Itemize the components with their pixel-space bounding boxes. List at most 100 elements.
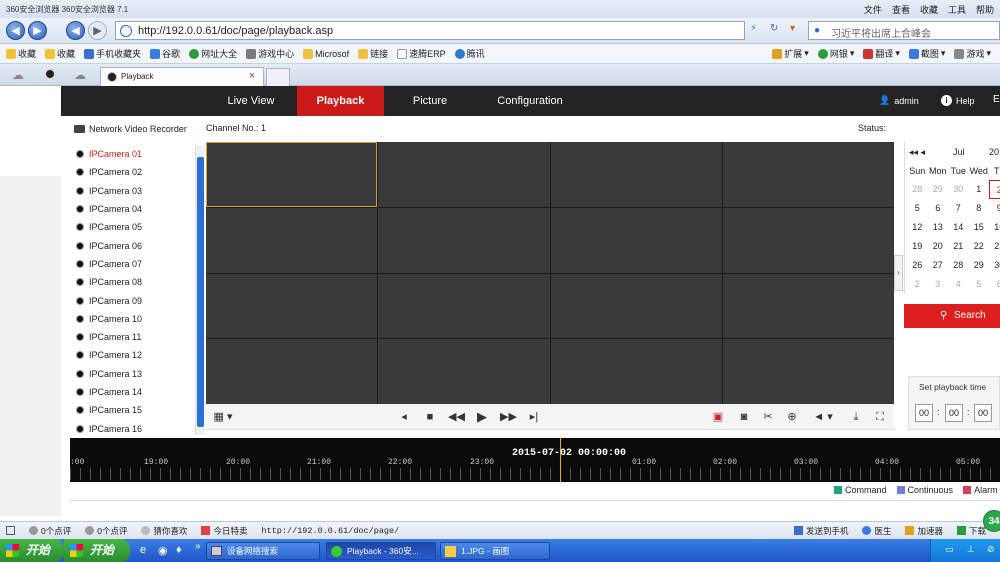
video-window[interactable] [550,207,722,273]
status-item[interactable]: 0个点评 [85,525,127,537]
ie-icon[interactable]: e [140,544,146,556]
calendar-day[interactable]: 2 [907,275,928,294]
video-window[interactable] [206,142,378,207]
camera-item-09[interactable]: IPCamera 09 [70,291,194,309]
camera-item-06[interactable]: IPCamera 06 [70,236,194,254]
calendar-day[interactable]: 13 [928,218,949,237]
calendar-day[interactable]: 29 [969,256,990,275]
usb-icon[interactable]: ⊥ [967,544,975,555]
back-button-icon[interactable]: ◀ [66,21,85,40]
task-device-search[interactable]: 设备网络搜索 [206,542,320,560]
video-window[interactable] [378,142,550,207]
tab-playback[interactable]: Playback [297,86,384,116]
logout-icon[interactable]: E [993,94,1000,105]
menu-file[interactable]: 文件 [864,3,882,16]
calendar-day[interactable]: 29 [928,180,949,199]
translate-button[interactable]: 翻译 ▾ [863,47,900,60]
fav-item[interactable]: 收藏 [6,47,36,60]
volume-icon[interactable]: ◄ ▾ [810,409,836,425]
calendar-day[interactable]: 9 [989,199,1000,218]
download-icon[interactable]: ⤓ [848,409,864,425]
scrollbar-thumb[interactable] [197,157,204,427]
video-window[interactable] [206,339,378,404]
keyboard-icon[interactable]: ▭ [945,544,954,555]
calendar-day[interactable]: 28 [907,180,928,199]
dropdown-icon[interactable]: ▾ [790,23,795,34]
calendar-day[interactable]: 15 [969,218,990,237]
notification-badge[interactable]: 34 [983,510,1000,532]
video-window[interactable] [378,207,550,273]
calendar-day[interactable]: 23 [989,237,1000,256]
forward-button-icon[interactable]: ▶ [88,21,107,40]
browser-icon[interactable]: ◉ [158,544,168,557]
close-icon[interactable]: × [249,70,255,82]
clip-icon[interactable]: ✂ [760,409,776,425]
doctor[interactable]: 医生 [862,525,891,537]
tab-live-view[interactable]: Live View [211,86,291,116]
prev-year-icon[interactable]: ◂◂ ◂ [909,147,925,158]
calendar-day[interactable]: 26 [907,256,928,275]
start-button[interactable]: 开始 [0,539,64,562]
extensions-button[interactable]: 扩展 ▾ [772,47,809,60]
downloads[interactable]: 下载 [956,525,986,537]
panel-collapse-button[interactable]: › [894,255,903,291]
calendar-day[interactable]: 6 [989,275,1000,294]
video-window[interactable] [550,273,722,339]
calendar-day[interactable]: 20 [928,237,949,256]
fav-item[interactable]: 速腾ERP [397,47,446,60]
calendar-day[interactable]: 4 [948,275,969,294]
camera-item-02[interactable]: IPCamera 02 [70,163,194,181]
fav-item[interactable]: 谷歌 [150,47,180,60]
tab-configuration[interactable]: Configuration [475,86,585,116]
window-layout-icon[interactable]: ▦ ▾ [210,409,236,425]
calendar-day[interactable]: 5 [907,199,928,218]
camera-item-16[interactable]: IPCamera 16 [70,419,194,437]
status-item[interactable]: 猜你喜欢 [141,525,187,537]
second-input[interactable]: 00 [974,404,992,422]
back-arrow-icon[interactable]: ◀ [6,21,25,40]
compat-icon[interactable]: ⚡ [750,23,757,34]
games-button[interactable]: 游戏 ▾ [954,47,991,60]
help-link[interactable]: i Help [941,95,975,106]
camera-item-14[interactable]: IPCamera 14 [70,383,194,401]
url-input[interactable]: http://192.0.0.61/doc/page/playback.asp [115,21,745,40]
calendar-day[interactable]: 30 [948,180,969,199]
camera-item-08[interactable]: IPCamera 08 [70,273,194,291]
new-tab-button[interactable] [266,68,290,86]
menu-tools[interactable]: 工具 [948,3,966,16]
calendar-day[interactable]: 1 [969,180,990,199]
video-window[interactable] [206,273,378,339]
menu-view[interactable]: 查看 [892,3,910,16]
camera-item-03[interactable]: IPCamera 03 [70,182,194,200]
calendar-day[interactable]: 22 [969,237,990,256]
calendar-day[interactable]: 3 [928,275,949,294]
camera-item-11[interactable]: IPCamera 11 [70,328,194,346]
device-tree-root[interactable]: Network Video Recorder [74,124,187,134]
play-icon[interactable]: ▶ [474,409,490,425]
zoom-icon[interactable]: ⊕ [784,409,800,425]
fav-item[interactable]: 手机收藏夹 [84,47,141,60]
camera-icon[interactable] [44,68,56,80]
camera-item-04[interactable]: IPCamera 04 [70,200,194,218]
single-frame-icon[interactable]: ▸| [526,409,542,425]
hour-input[interactable]: 00 [915,404,933,422]
forward-arrow-icon[interactable]: ▶ [28,21,47,40]
quicklaunch-more-icon[interactable]: » [195,541,201,552]
fav-item[interactable]: 链接 [358,47,388,60]
stop-reverse-icon[interactable]: ◂ [396,409,412,425]
fast-forward-icon[interactable]: ▶▶ [500,409,517,425]
camera-item-13[interactable]: IPCamera 13 [70,365,194,383]
video-window[interactable] [722,207,894,273]
video-window[interactable] [722,142,894,207]
fav-item[interactable]: 网址大全 [189,47,237,60]
camera-item-10[interactable]: IPCamera 10 [70,310,194,328]
calendar-day[interactable]: 7 [948,199,969,218]
cloud-icon[interactable]: ☁ [74,68,86,82]
tab-playback[interactable]: Playback × [100,67,264,86]
calendar-day[interactable]: 16 [989,218,1000,237]
video-window[interactable] [206,207,378,273]
camera-list-scrollbar[interactable] [195,145,205,435]
fav-item[interactable]: Microsof [303,48,349,59]
video-window[interactable] [722,273,894,339]
calendar-day[interactable]: 28 [948,256,969,275]
